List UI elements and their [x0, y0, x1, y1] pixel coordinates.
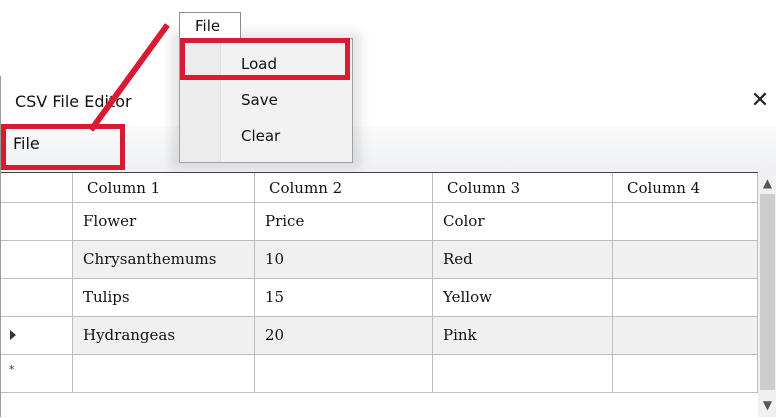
grid-cell[interactable]: Hydrangeas — [73, 317, 255, 355]
grid-cell[interactable] — [255, 355, 433, 393]
table-row[interactable]: * — [1, 355, 758, 393]
row-header-cell[interactable] — [1, 279, 73, 317]
column-header-label: Column 4 — [627, 179, 701, 197]
table-row[interactable]: Hydrangeas 20 Pink — [1, 317, 758, 355]
grid-cell[interactable]: Flower — [73, 203, 255, 241]
grid-cell[interactable]: 10 — [255, 241, 433, 279]
cell-value: Flower — [83, 212, 137, 230]
column-header-2[interactable]: Column 2 — [255, 173, 433, 203]
file-menu-header-label: File — [195, 17, 221, 35]
grid-cell[interactable]: Color — [433, 203, 613, 241]
grid-cell[interactable]: Chrysanthemums — [73, 241, 255, 279]
scroll-thumb[interactable] — [760, 194, 775, 390]
menu-item-label: Clear — [241, 127, 281, 145]
row-header-cell[interactable] — [1, 317, 73, 355]
column-header-label: Column 2 — [269, 179, 343, 197]
grid-cell[interactable] — [613, 355, 758, 393]
grid-cell[interactable] — [613, 279, 758, 317]
scroll-down-icon[interactable]: ▼ — [758, 396, 776, 414]
row-header-cell[interactable] — [1, 203, 73, 241]
menu-item-label: Save — [241, 91, 278, 109]
grid-cell[interactable] — [613, 317, 758, 355]
column-header-label: Column 3 — [447, 179, 521, 197]
cell-value: Red — [443, 250, 473, 268]
column-header-4[interactable]: Column 4 — [613, 173, 758, 203]
cell-value: Chrysanthemums — [83, 250, 217, 268]
cell-value: Tulips — [83, 288, 130, 306]
column-header-3[interactable]: Column 3 — [433, 173, 613, 203]
title-bar: CSV File Editor ✕ — [1, 76, 776, 126]
cell-value: Pink — [443, 326, 477, 344]
new-row-star-icon: * — [9, 363, 15, 376]
column-header-1[interactable]: Column 1 — [73, 173, 255, 203]
cell-value: Color — [443, 212, 485, 230]
column-header-label: Column 1 — [87, 179, 161, 197]
cell-value: Price — [265, 212, 305, 230]
table-row[interactable]: Flower Price Color — [1, 203, 758, 241]
grid-cell[interactable]: Tulips — [73, 279, 255, 317]
row-header-cell[interactable] — [1, 241, 73, 279]
menu-item-clear[interactable]: Clear — [180, 119, 352, 155]
close-icon[interactable]: ✕ — [745, 86, 775, 116]
file-menu-header[interactable]: File — [179, 12, 241, 39]
grid-cell[interactable]: Yellow — [433, 279, 613, 317]
grid-cell[interactable]: Red — [433, 241, 613, 279]
grid-cell[interactable] — [613, 203, 758, 241]
grid-cell[interactable]: 15 — [255, 279, 433, 317]
data-grid: Column 1 Column 2 Column 3 Column 4 Flow… — [1, 172, 758, 418]
menu-item-save[interactable]: Save — [180, 83, 352, 119]
row-header-cell[interactable]: * — [1, 355, 73, 393]
cell-value: 10 — [265, 250, 285, 268]
grid-cell[interactable]: Pink — [433, 317, 613, 355]
vertical-scrollbar[interactable]: ▲ ▼ — [758, 172, 776, 417]
cell-value: 20 — [265, 326, 285, 344]
grid-cell[interactable]: 20 — [255, 317, 433, 355]
highlight-load-box — [180, 38, 350, 80]
highlight-file-box — [1, 124, 125, 170]
table-row[interactable]: Chrysanthemums 10 Red — [1, 241, 758, 279]
grid-cell[interactable] — [73, 355, 255, 393]
grid-header-row: Column 1 Column 2 Column 3 Column 4 — [1, 173, 758, 203]
cell-value: Yellow — [443, 288, 492, 306]
table-row[interactable]: Tulips 15 Yellow — [1, 279, 758, 317]
corner-header-cell[interactable] — [1, 173, 73, 203]
grid-cell[interactable] — [613, 241, 758, 279]
current-row-arrow-icon — [10, 330, 16, 340]
scroll-up-icon[interactable]: ▲ — [758, 174, 776, 192]
cell-value: 15 — [265, 288, 285, 306]
grid-cell[interactable]: Price — [255, 203, 433, 241]
grid-cell[interactable] — [433, 355, 613, 393]
cell-value: Hydrangeas — [83, 326, 176, 344]
